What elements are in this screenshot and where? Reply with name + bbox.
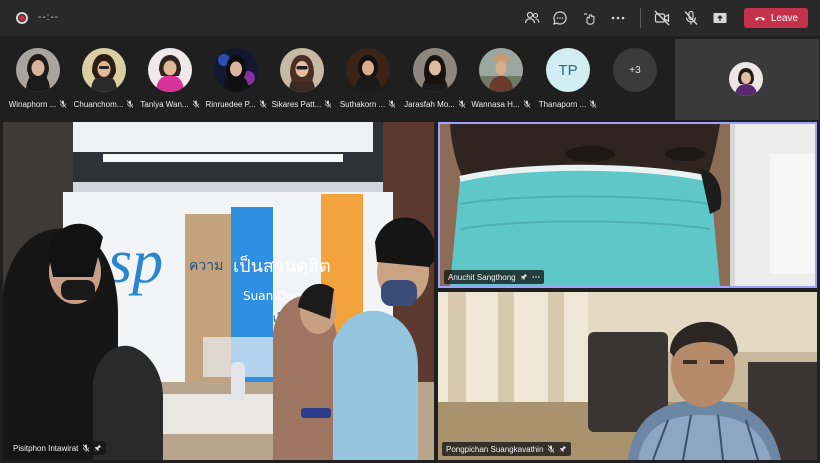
pin-icon: [520, 273, 527, 280]
avatar: [479, 48, 523, 92]
camera-off-icon[interactable]: [652, 8, 672, 28]
participant-tile[interactable]: Rinruedee P...: [204, 48, 268, 114]
participant-name: Wannasa H...: [471, 99, 520, 109]
mic-off-icon: [388, 100, 396, 108]
poster-text: เป็นสวนดุสิต: [233, 254, 331, 277]
meeting-toolbar: --:-- Leave: [0, 0, 820, 36]
participant-tile[interactable]: Sikares Patt...: [270, 48, 334, 114]
people-icon[interactable]: [522, 8, 542, 28]
video-tile-active-speaker[interactable]: Anuchit Sangthong: [438, 122, 817, 288]
participant-name: Sikares Patt...: [271, 99, 322, 109]
participant-tile[interactable]: Chuanchom...: [72, 48, 136, 114]
mic-off-icon: [523, 100, 530, 108]
mic-off-icon[interactable]: [681, 8, 701, 28]
poster-text: ความ: [189, 258, 223, 274]
video-feed: sp ความ เป็นสวนดุสิต Suan Dus เป็นผู้น: [3, 122, 434, 460]
avatar: [82, 48, 126, 92]
participant-name: Pisitphon Intawirat: [13, 443, 79, 453]
participant-tile[interactable]: Suthakorn ...: [336, 48, 400, 114]
more-options-icon[interactable]: [608, 8, 628, 28]
participant-tile[interactable]: Taniya Wan...: [138, 48, 202, 114]
avatar: [214, 48, 258, 92]
video-feed: [438, 292, 817, 460]
video-tile-main[interactable]: sp ความ เป็นสวนดุสิต Suan Dus เป็นผู้น: [3, 122, 434, 460]
participant-name: Taniya Wan...: [140, 99, 189, 109]
mic-off-icon: [192, 100, 199, 108]
mic-off-icon: [59, 100, 67, 108]
more-options-icon[interactable]: [532, 273, 540, 281]
participant-name: Pongpichan Suangkavathin: [446, 444, 544, 454]
share-screen-icon[interactable]: [710, 8, 730, 28]
mic-off-icon: [83, 444, 90, 452]
more-participants-button[interactable]: +3: [613, 48, 657, 92]
toolbar-divider: [640, 8, 641, 28]
participant-label: Anuchit Sangthong: [444, 270, 544, 284]
avatar: [148, 48, 192, 92]
participant-label: Pongpichan Suangkavathin: [442, 442, 572, 456]
mic-off-icon: [548, 445, 555, 453]
svg-text:sp: sp: [108, 228, 163, 296]
video-tile-participant[interactable]: Pongpichan Suangkavathin: [438, 292, 817, 460]
avatar: [413, 48, 457, 92]
pin-icon: [95, 444, 102, 451]
participant-tile[interactable]: Jarasfah Mo...: [403, 48, 467, 114]
participant-tile[interactable]: Wannasa H...: [469, 48, 533, 114]
mic-off-icon: [589, 100, 597, 108]
participant-name: Jarasfah Mo...: [404, 99, 455, 109]
avatar-initials: TP: [546, 48, 590, 92]
participant-name: Rinruedee P...: [205, 99, 256, 109]
self-avatar: [729, 62, 763, 96]
video-feed: [440, 124, 815, 286]
self-view[interactable]: [675, 39, 819, 120]
participant-tile[interactable]: Winaphorn ...: [6, 48, 70, 114]
leave-label: Leave: [770, 12, 799, 24]
leave-button[interactable]: Leave: [744, 8, 808, 28]
avatar: [16, 48, 60, 92]
participant-name: Chuanchom...: [73, 99, 124, 109]
participant-name: Thanaporn ...: [538, 99, 587, 109]
avatar: [280, 48, 324, 92]
record-icon: [16, 12, 28, 24]
phone-hangup-icon: [754, 17, 765, 21]
participant-label: Pisitphon Intawirat: [9, 441, 107, 455]
participant-strip: Winaphorn ... Chuanchom... Taniya Wan...…: [0, 36, 820, 120]
reactions-icon[interactable]: [579, 8, 599, 28]
participant-name: Suthakorn ...: [339, 99, 386, 109]
avatar: [346, 48, 390, 92]
participant-name: Anuchit Sangthong: [448, 272, 516, 282]
teams-meeting-window: --:-- Leave Winaphorn ... Chuanchom... T…: [0, 0, 820, 463]
meeting-timer: --:--: [38, 12, 60, 23]
pin-icon: [560, 445, 567, 452]
participant-tile[interactable]: TP Thanaporn ...: [536, 48, 600, 114]
participant-name: Winaphorn ...: [8, 99, 57, 109]
chat-icon[interactable]: [550, 8, 570, 28]
